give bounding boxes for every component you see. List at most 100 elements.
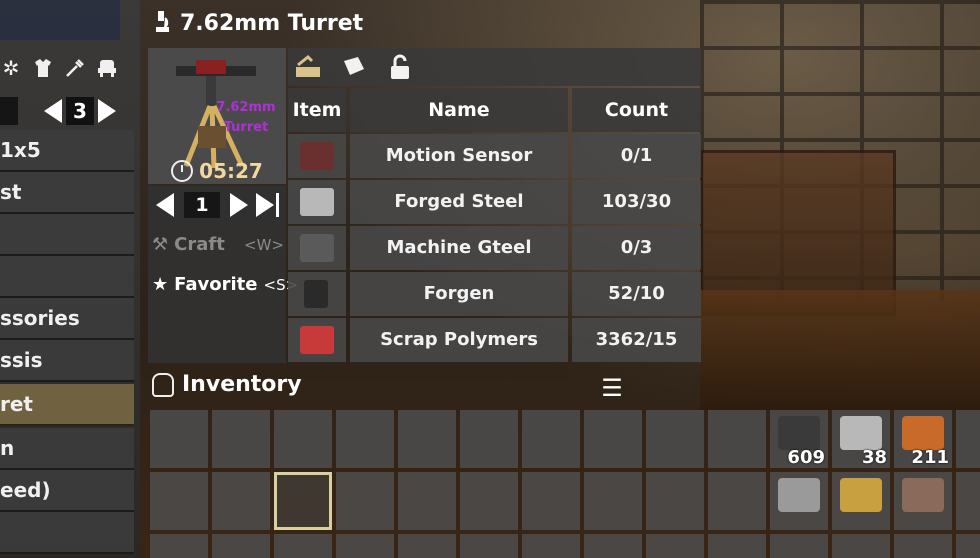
inventory-slot[interactable]: [584, 472, 642, 530]
header-count: Count: [572, 88, 701, 132]
inventory-slot[interactable]: [956, 472, 980, 530]
inventory-slot[interactable]: [522, 534, 580, 558]
craft-time: 05:27: [199, 159, 263, 183]
max-bar: [276, 193, 279, 217]
inventory-slot[interactable]: [212, 472, 270, 530]
inventory-slot[interactable]: [336, 472, 394, 530]
ingredient-icon-cell[interactable]: [288, 272, 346, 316]
inventory-slot[interactable]: 609: [770, 410, 828, 468]
ingredient-count: 0/1: [572, 134, 701, 178]
ingredient-name: Scrap Polymers: [350, 318, 568, 362]
furniture-icon[interactable]: [96, 57, 118, 79]
inventory-slot[interactable]: [956, 410, 980, 468]
sidebar-item[interactable]: st: [0, 172, 134, 214]
inventory-slot[interactable]: [460, 472, 518, 530]
sidebar-item[interactable]: [0, 214, 134, 256]
stack-count: 609: [787, 447, 825, 468]
explosive-icon: [902, 416, 944, 450]
sidebar-item[interactable]: ssories: [0, 298, 134, 340]
machine-gun-parts-icon: [300, 234, 334, 262]
ingredient-icon-cell[interactable]: [288, 134, 346, 178]
increase-quantity-icon[interactable]: [230, 193, 248, 217]
motion-sensor-icon: [300, 142, 334, 170]
previous-page-icon[interactable]: [44, 99, 62, 123]
inventory-slot[interactable]: [522, 472, 580, 530]
inventory-slot[interactable]: 38: [832, 410, 890, 468]
inventory-slot[interactable]: [894, 472, 952, 530]
inventory-slot[interactable]: [584, 410, 642, 468]
recipe-title: 7.62mm Turret: [180, 10, 364, 36]
book-icon[interactable]: [340, 53, 368, 81]
inventory-slot[interactable]: [460, 534, 518, 558]
favorite-label: Favorite: [174, 274, 258, 295]
favorite-button[interactable]: ★ Favorite <S>: [152, 274, 298, 295]
inventory-slot-selected[interactable]: [274, 472, 332, 530]
inventory-slot[interactable]: [832, 534, 890, 558]
max-quantity-icon[interactable]: [256, 193, 274, 217]
inventory-slot[interactable]: [646, 534, 704, 558]
inventory-slot[interactable]: [336, 410, 394, 468]
inventory-slot[interactable]: [398, 410, 456, 468]
sidebar-item[interactable]: 1x5: [0, 130, 134, 172]
sidebar-item[interactable]: n: [0, 428, 134, 470]
inventory-slot[interactable]: 211: [894, 410, 952, 468]
tools-icon[interactable]: [64, 57, 86, 79]
wooden-table: [700, 290, 980, 410]
ingredient-count: 0/3: [572, 226, 701, 270]
inventory-slot[interactable]: [398, 472, 456, 530]
sidebar-item[interactable]: eed): [0, 470, 134, 512]
inventory-slot[interactable]: [770, 472, 828, 530]
inventory-slot[interactable]: [274, 410, 332, 468]
inventory-slot[interactable]: [646, 472, 704, 530]
inventory-slot[interactable]: [460, 410, 518, 468]
inventory-slot[interactable]: [646, 410, 704, 468]
forged-item-icon: [304, 280, 328, 308]
scrap-polymers-icon: [300, 326, 334, 354]
inventory-slot[interactable]: [894, 534, 952, 558]
workstation-icon[interactable]: [294, 53, 322, 81]
ingredient-icon-cell[interactable]: [288, 318, 346, 362]
decrease-quantity-icon[interactable]: [156, 193, 174, 217]
inventory-slot[interactable]: [212, 534, 270, 558]
ingredient-name: Forgen: [350, 272, 568, 316]
ingredient-count: 3362/15: [572, 318, 701, 362]
craft-button[interactable]: ⚒ Craft <W>: [152, 234, 284, 255]
inventory-header: Inventory: [152, 372, 302, 397]
star-icon: ★: [152, 274, 169, 295]
sort-icon[interactable]: ☰: [598, 374, 626, 402]
hammer-icon: ⚒: [152, 234, 169, 255]
ingredient-name: Forged Steel: [350, 180, 568, 224]
sidebar-item[interactable]: [0, 512, 134, 554]
inventory-slot[interactable]: [832, 472, 890, 530]
sidebar-item-selected[interactable]: ret: [0, 384, 134, 426]
recipe-toolbar: [288, 48, 701, 86]
ingredient-icon-cell[interactable]: [288, 180, 346, 224]
category-bar: ✲: [0, 48, 134, 88]
clothing-icon[interactable]: [32, 57, 54, 79]
inventory-slot[interactable]: [770, 534, 828, 558]
ammo-icon: [840, 478, 882, 512]
ingredient-icon-cell[interactable]: [288, 226, 346, 270]
inventory-slot[interactable]: [522, 410, 580, 468]
inventory-slot[interactable]: [584, 534, 642, 558]
inventory-slot[interactable]: [708, 534, 766, 558]
inventory-slot[interactable]: [708, 472, 766, 530]
inventory-slot[interactable]: [150, 534, 208, 558]
inventory-slot[interactable]: [150, 472, 208, 530]
quantity-value[interactable]: 1: [184, 192, 220, 218]
inventory-slot[interactable]: [274, 534, 332, 558]
inventory-slot[interactable]: [708, 410, 766, 468]
sidebar-item[interactable]: ssis: [0, 340, 134, 382]
unlock-icon[interactable]: [386, 53, 414, 81]
inventory-slot[interactable]: [336, 534, 394, 558]
parts-icon: [902, 478, 944, 512]
inventory-slot[interactable]: [150, 410, 208, 468]
inventory-slot[interactable]: [956, 534, 980, 558]
craft-label: Craft: [174, 234, 225, 255]
next-page-icon[interactable]: [98, 99, 116, 123]
inventory-slot[interactable]: [398, 534, 456, 558]
quantity-stepper: 1: [152, 192, 279, 218]
gear-icon[interactable]: ✲: [0, 57, 22, 79]
inventory-slot[interactable]: [212, 410, 270, 468]
sidebar-item[interactable]: [0, 256, 134, 298]
